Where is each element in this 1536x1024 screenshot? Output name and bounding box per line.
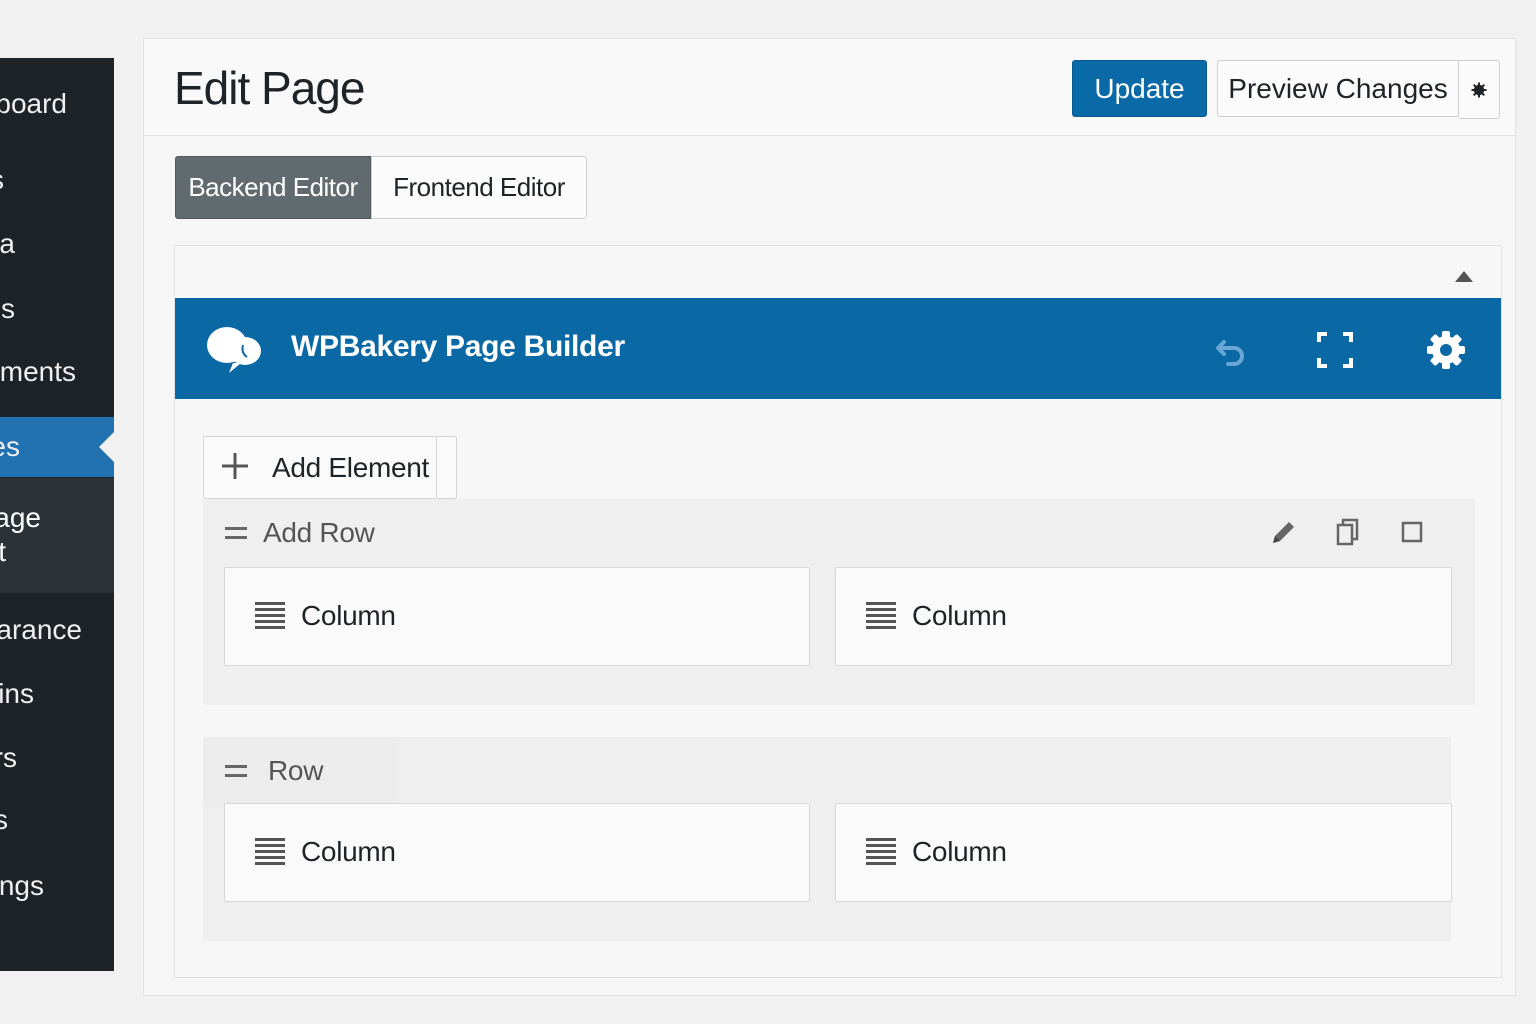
tab-backend-editor[interactable]: Backend Editor bbox=[175, 156, 371, 219]
column-lines-icon bbox=[255, 602, 285, 629]
gear-icon[interactable] bbox=[1426, 330, 1466, 370]
pencil-icon[interactable] bbox=[1269, 517, 1299, 547]
copy-icon[interactable] bbox=[1333, 517, 1363, 547]
sidebar-item-comments[interactable]: ments bbox=[0, 350, 114, 394]
sidebar-item-pages[interactable]: es bbox=[0, 417, 114, 477]
button-divider bbox=[436, 437, 437, 498]
collapse-arrow-icon[interactable] bbox=[1455, 271, 1473, 282]
gear-icon bbox=[1471, 82, 1487, 97]
undo-icon[interactable] bbox=[1212, 330, 1252, 370]
sidebar-item-label: s bbox=[0, 158, 4, 202]
sidebar-item-plugins[interactable]: ins bbox=[0, 672, 114, 716]
square-icon[interactable] bbox=[1397, 517, 1427, 547]
tab-frontend-editor[interactable]: Frontend Editor bbox=[371, 156, 587, 219]
row-label: Row bbox=[268, 755, 324, 786]
wpbakery-toolbar: WPBakery Page Builder bbox=[175, 298, 1501, 399]
row-header: Row bbox=[203, 737, 399, 807]
sidebar-item-label: s bbox=[1, 293, 15, 324]
speech-bubbles-logo bbox=[207, 327, 261, 373]
current-indicator bbox=[99, 432, 114, 462]
submenu-item-add-page-line2[interactable]: t bbox=[0, 536, 6, 568]
sidebar-item-label: rs bbox=[0, 742, 17, 773]
plus-icon bbox=[222, 453, 248, 479]
sidebar-item-label: ments bbox=[0, 356, 76, 387]
row-block: Row Column Column bbox=[203, 737, 1452, 941]
fullscreen-icon[interactable] bbox=[1315, 330, 1355, 370]
column-lines-icon bbox=[866, 838, 896, 865]
column-block[interactable]: Column bbox=[835, 803, 1452, 902]
column-label: Column bbox=[912, 836, 1007, 867]
column-block[interactable]: Column bbox=[835, 567, 1452, 666]
main-panel: Edit Page Update Preview Changes Backend… bbox=[143, 38, 1516, 996]
row-label: Add Row bbox=[263, 517, 375, 548]
update-button[interactable]: Update bbox=[1072, 60, 1207, 117]
sidebar-item-label: board bbox=[0, 88, 67, 119]
sidebar-item-appearance[interactable]: arance bbox=[0, 608, 114, 652]
add-element-label: Add Element bbox=[272, 452, 430, 483]
column-label: Column bbox=[912, 600, 1007, 631]
sidebar-item-tools[interactable]: s bbox=[0, 798, 114, 842]
column-lines-icon bbox=[866, 602, 896, 629]
sidebar-item-label: ngs bbox=[0, 870, 44, 901]
sidebar-item-label: arance bbox=[0, 614, 82, 645]
page-builder-box: WPBakery Page Builder Add Element Add Ro… bbox=[174, 245, 1502, 978]
column-label: Column bbox=[301, 600, 396, 631]
row-header: Add Row bbox=[203, 499, 1475, 569]
sidebar-item-label: s bbox=[0, 804, 8, 835]
builder-title: WPBakery Page Builder bbox=[291, 330, 625, 363]
column-block[interactable]: Column bbox=[224, 803, 810, 902]
sidebar-item-dashboard[interactable]: board bbox=[0, 82, 114, 126]
sidebar-item-settings[interactable]: ngs bbox=[0, 864, 114, 908]
drag-handle-icon[interactable] bbox=[225, 765, 247, 779]
sidebar-item-label: es bbox=[0, 431, 20, 462]
preview-options-button[interactable] bbox=[1459, 60, 1500, 119]
drag-handle-icon[interactable] bbox=[225, 527, 247, 541]
admin-sidebar: board s a s ments es age t arance ins rs… bbox=[0, 58, 114, 971]
column-lines-icon bbox=[255, 838, 285, 865]
sidebar-item-posts[interactable]: s bbox=[0, 158, 114, 202]
sidebar-item-label: ins bbox=[0, 678, 34, 709]
row-block: Add Row Column Column bbox=[203, 499, 1475, 705]
sidebar-item-media[interactable]: a bbox=[0, 222, 114, 266]
page-header: Edit Page Update Preview Changes bbox=[144, 39, 1515, 136]
column-label: Column bbox=[301, 836, 396, 867]
sidebar-item-links[interactable]: s bbox=[0, 287, 114, 331]
sidebar-item-users[interactable]: rs bbox=[0, 736, 114, 780]
column-block[interactable]: Column bbox=[224, 567, 810, 666]
preview-changes-button[interactable]: Preview Changes bbox=[1217, 60, 1459, 117]
sidebar-item-label: a bbox=[0, 228, 15, 259]
sidebar-submenu: age t bbox=[0, 478, 114, 593]
add-element-button[interactable]: Add Element bbox=[203, 436, 457, 499]
submenu-item-add-page[interactable]: age bbox=[0, 502, 41, 534]
page-title: Edit Page bbox=[174, 62, 365, 114]
